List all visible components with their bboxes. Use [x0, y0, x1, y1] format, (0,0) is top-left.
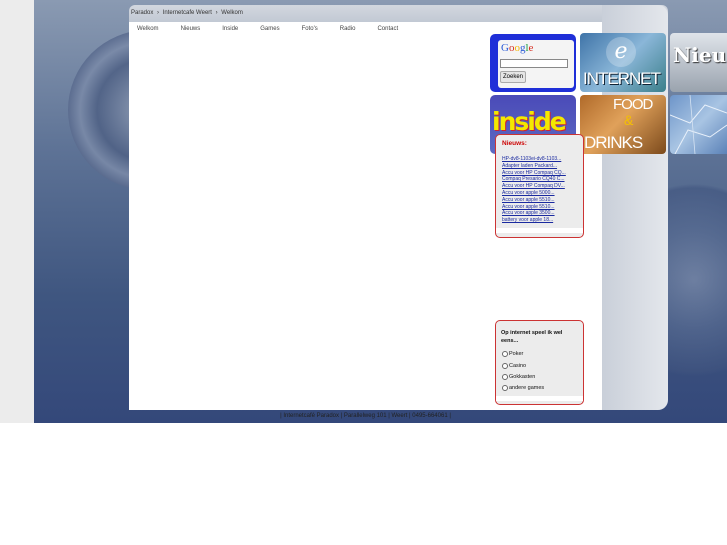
news-link[interactable]: Adapter laden Packard...	[502, 163, 566, 170]
nav-item-nieuws[interactable]: Nieuws	[181, 26, 201, 33]
nav-item-games[interactable]: Games	[260, 26, 279, 33]
page: Paradox › Internetcafe Weert › Welkom We…	[0, 0, 727, 545]
google-logo: Google	[501, 42, 534, 54]
poll-question: Op internet speel ik wel eens...	[501, 330, 563, 344]
news-link[interactable]: Accu voor HP Compaq CQ...	[502, 170, 566, 177]
main-nav: Welkom Nieuws Inside Games Foto's Radio …	[137, 26, 420, 33]
drinks-label: DRINKS	[584, 133, 643, 152]
breadcrumb-item[interactable]: Paradox	[131, 10, 153, 16]
poll-option[interactable]: andere games	[502, 385, 544, 391]
breadcrumb: Paradox › Internetcafe Weert › Welkom	[131, 10, 245, 16]
left-margin	[0, 0, 34, 423]
poll-option[interactable]: Casino	[502, 363, 526, 369]
news-link[interactable]: Accu voor HP Compaq DV...	[502, 183, 566, 190]
poll-option-label: Casino	[509, 363, 527, 369]
nav-item-radio[interactable]: Radio	[340, 26, 356, 33]
food-drinks-tile[interactable]: FOOD & DRINKS	[580, 95, 666, 154]
map-tile[interactable]	[670, 95, 727, 154]
news-link[interactable]: Accu voor apple 3500...	[502, 210, 566, 217]
internet-tile[interactable]: e INTERNET	[580, 33, 666, 92]
news-box-footer	[496, 228, 583, 233]
poll-option-label: Gokkasten	[509, 374, 536, 380]
news-link[interactable]: Accu voor apple 5510...	[502, 204, 566, 211]
news-box-title: Nieuws:	[502, 140, 527, 147]
breadcrumb-item[interactable]: Internetcafe Weert	[163, 10, 212, 16]
radio-button[interactable]	[502, 385, 508, 391]
breadcrumb-separator: ›	[157, 10, 160, 16]
internet-explorer-icon: e	[606, 37, 636, 67]
news-box: Nieuws: HP-dv8-1103ei-dv8-1103... Adapte…	[495, 134, 584, 238]
radio-button[interactable]	[502, 363, 508, 369]
news-list: HP-dv8-1103ei-dv8-1103... Adapter laden …	[502, 156, 566, 224]
google-search-tile: Google Zoeken	[490, 34, 576, 92]
poll-option-label: andere games	[509, 385, 545, 391]
poll-option-label: Poker	[509, 351, 524, 357]
nav-item-inside[interactable]: Inside	[222, 26, 238, 33]
news-link[interactable]: Accu voor apple 5000...	[502, 190, 566, 197]
nav-item-fotos[interactable]: Foto's	[302, 26, 318, 33]
news-link[interactable]: battery voor apple 18...	[502, 217, 566, 224]
map-icon	[670, 95, 727, 154]
inside-tile-label: inside	[492, 107, 567, 136]
radio-button[interactable]	[502, 374, 508, 380]
poll-box: Op internet speel ik wel eens... Poker C…	[495, 320, 584, 405]
news-tile-label: Nieu	[673, 43, 727, 67]
ampersand-label: &	[624, 112, 634, 128]
google-search-input[interactable]	[500, 59, 568, 68]
nav-item-contact[interactable]: Contact	[377, 26, 398, 33]
poll-option[interactable]: Gokkasten	[502, 374, 535, 380]
nav-item-welkom[interactable]: Welkom	[137, 26, 159, 33]
food-label: FOOD	[613, 96, 653, 113]
poll-box-footer	[496, 396, 583, 401]
breadcrumb-item: Welkom	[221, 10, 243, 16]
site-footer: | Internetcafé Paradox | Parallelweg 101…	[280, 413, 451, 419]
breadcrumb-separator: ›	[215, 10, 218, 16]
news-link[interactable]: HP-dv8-1103ei-dv8-1103...	[502, 156, 566, 163]
news-link[interactable]: Accu voor apple 5510...	[502, 197, 566, 204]
radio-button[interactable]	[502, 351, 508, 357]
google-search-button[interactable]: Zoeken	[500, 71, 526, 83]
news-tile[interactable]: Nieu	[670, 33, 727, 92]
internet-tile-label: INTERNET	[583, 69, 661, 88]
google-search-box: Google Zoeken	[498, 40, 574, 88]
poll-option[interactable]: Poker	[502, 351, 523, 357]
news-link[interactable]: Compaq Presario CQ40 C...	[502, 176, 566, 183]
